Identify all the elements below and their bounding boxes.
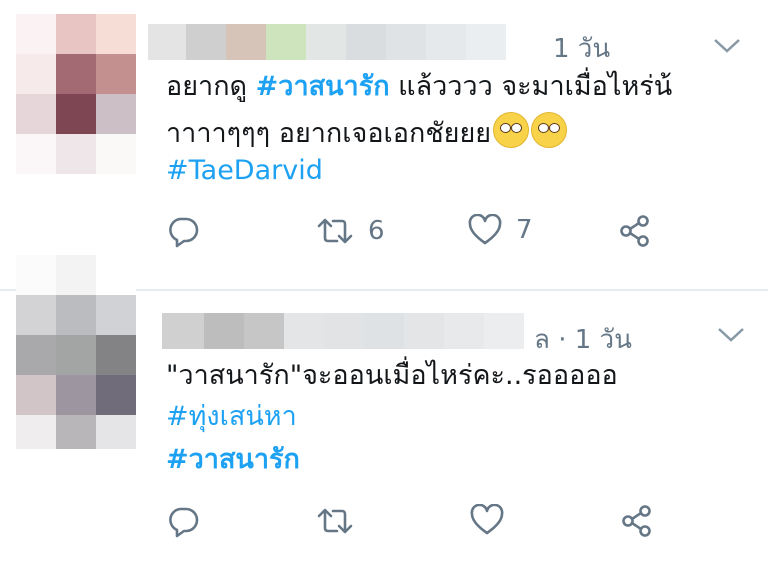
chevron-down-icon[interactable]: [712, 36, 742, 56]
chevron-down-icon[interactable]: [716, 325, 746, 345]
like-count: 7: [516, 215, 533, 245]
share-icon: [622, 505, 651, 537]
like-button[interactable]: 7: [468, 214, 533, 246]
reply-button[interactable]: [166, 214, 200, 248]
tweet[interactable]: 1 วัน อยากดู #วาสนารัก แล้วววว จะมาเมื่อ…: [0, 0, 768, 290]
hashtag-link[interactable]: #วาสนารัก: [166, 442, 300, 478]
avatar[interactable]: [16, 255, 136, 415]
timestamp-prefix: ล ·: [534, 325, 575, 355]
hashtag-link[interactable]: #วาสนารัก: [256, 71, 390, 102]
retweet-icon: [317, 218, 353, 244]
face-with-rolling-eyes-emoji-icon: [531, 112, 568, 148]
author-name-blurred[interactable]: [148, 24, 506, 60]
like-icon: [468, 214, 502, 245]
tweet-text: "วาสนารัก"จะออนเมื่อไหร่คะ..รอออออ: [166, 360, 618, 391]
tweet-text: อยากดู: [166, 71, 256, 102]
tweet-text-line: อยากดู #วาสนารัก แล้วววว จะมาเมื่อไหร่น้: [166, 69, 672, 105]
reply-icon: [169, 217, 199, 248]
hashtag-link[interactable]: #TaeDarvid: [166, 153, 323, 189]
retweet-count: 6: [368, 216, 385, 246]
face-with-rolling-eyes-emoji-icon: [493, 112, 530, 148]
tweet-text-line: าาาาๆๆๆ อยากเจอเอกชัยยย: [166, 112, 568, 152]
hashtag-link[interactable]: #ทุ่งเสน่หา: [166, 399, 297, 435]
avatar[interactable]: [16, 14, 136, 174]
tweet-text: แล้วววว จะมาเมื่อไหร่น้: [389, 71, 673, 102]
like-button[interactable]: [470, 504, 504, 536]
reply-button[interactable]: [166, 504, 200, 538]
tweet-timestamp[interactable]: ล · 1 วัน: [534, 319, 632, 360]
retweet-icon: [317, 508, 353, 534]
share-button[interactable]: [620, 504, 654, 538]
timestamp-value: 1 วัน: [574, 325, 632, 355]
retweet-button[interactable]: 6: [316, 214, 385, 248]
share-icon: [620, 215, 649, 247]
tweet[interactable]: ล · 1 วัน "วาสนารัก"จะออนเมื่อไหร่คะ..รอ…: [0, 255, 768, 570]
avatar-bottom: [16, 415, 136, 449]
tweet-timestamp[interactable]: 1 วัน: [553, 28, 610, 69]
reply-icon: [169, 507, 199, 538]
like-icon: [470, 504, 504, 535]
tweet-text: าาาาๆๆๆ อยากเจอเอกชัยยย: [166, 118, 492, 149]
share-button[interactable]: [618, 214, 652, 248]
retweet-button[interactable]: [316, 504, 354, 538]
author-name-blurred[interactable]: [162, 313, 524, 349]
